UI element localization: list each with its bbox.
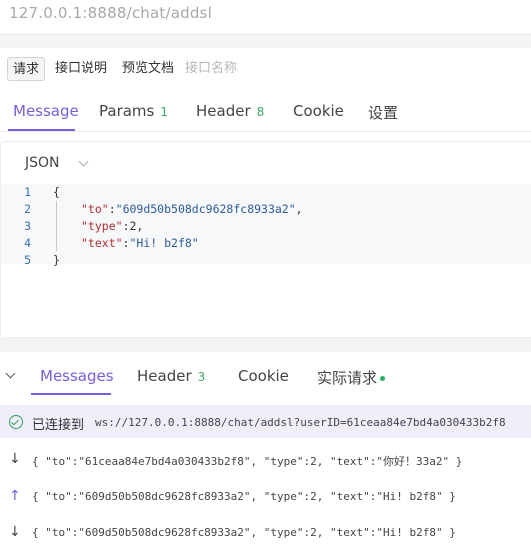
code-value: "609d50b508dc9628fc8933a2" bbox=[115, 202, 296, 216]
code-key: "text" bbox=[81, 236, 123, 250]
line-number: 5 bbox=[24, 253, 31, 267]
message-text: { "to":"609d50b508dc9628fc8933a2", "type… bbox=[32, 526, 456, 539]
tab-messages[interactable]: Messages bbox=[40, 367, 114, 385]
tab-request[interactable]: 请求 bbox=[7, 57, 46, 81]
header-count-badge: 8 bbox=[256, 105, 265, 119]
arrow-up-icon: ↑ bbox=[9, 488, 21, 504]
arrow-down-icon: ↓ bbox=[9, 451, 21, 467]
message-body-panel: JSON 1 { 2 "to":"609d50b508dc9628fc8933a… bbox=[0, 141, 531, 338]
collapse-chevron-icon[interactable] bbox=[5, 368, 16, 379]
check-circle-icon bbox=[9, 415, 23, 429]
status-dot-icon bbox=[380, 376, 386, 381]
message-item[interactable]: ↓ { "to":"609d50b508dc9628fc8933a2", "ty… bbox=[0, 519, 531, 549]
tab-response-cookie[interactable]: Cookie bbox=[238, 367, 289, 385]
active-tab-indicator bbox=[8, 129, 75, 131]
url-bar-divider bbox=[0, 34, 531, 48]
code-line: 3 "type":2, bbox=[1, 218, 531, 235]
tab-actual-request[interactable]: 实际请求 bbox=[317, 367, 386, 388]
message-item[interactable]: ↓ { "to":"61ceaa84e7bd4a030433b2f8", "ty… bbox=[0, 446, 531, 476]
tab-settings[interactable]: 设置 bbox=[368, 102, 398, 123]
tab-message[interactable]: Message bbox=[13, 102, 79, 120]
body-format-select[interactable]: JSON bbox=[25, 155, 60, 171]
code-comma: , bbox=[136, 219, 144, 233]
connection-label: 已连接到 bbox=[32, 418, 85, 433]
tab-cookie-label: Cookie bbox=[293, 102, 344, 120]
line-number: 4 bbox=[24, 236, 31, 250]
code-value: "Hi! b2f8" bbox=[129, 236, 199, 250]
code-brace-close: } bbox=[53, 253, 60, 267]
code-colon: : bbox=[108, 202, 116, 216]
code-editor[interactable]: 1 { 2 "to":"609d50b508dc9628fc8933a2", 3… bbox=[1, 184, 531, 267]
code-comma: , bbox=[295, 202, 303, 216]
code-brace-open: { bbox=[53, 185, 60, 199]
code-key: "to" bbox=[81, 202, 109, 216]
tab-actual-request-label: 实际请求 bbox=[317, 369, 378, 387]
chevron-down-icon[interactable] bbox=[78, 156, 89, 167]
api-name-input[interactable]: 接口名称 bbox=[180, 57, 242, 81]
tab-preview-doc[interactable]: 预览文档 bbox=[117, 57, 179, 81]
url-input[interactable]: 127.0.0.1:8888/chat/addsl bbox=[9, 4, 212, 22]
connection-url: ws://127.0.0.1:8888/chat/addsl?userID=61… bbox=[95, 416, 506, 429]
arrow-down-icon: ↓ bbox=[9, 524, 21, 540]
message-text: { "to":"61ceaa84e7bd4a030433b2f8", "type… bbox=[32, 455, 463, 468]
tab-messages-label: Messages bbox=[40, 367, 114, 385]
tab-api-doc[interactable]: 接口说明 bbox=[50, 57, 112, 81]
message-item[interactable]: ↑ { "to":"609d50b508dc9628fc8933a2", "ty… bbox=[0, 483, 531, 513]
code-line: 1 { bbox=[1, 184, 531, 201]
code-line: 5 } bbox=[1, 252, 531, 269]
line-number: 1 bbox=[24, 185, 31, 199]
active-response-tab-indicator bbox=[31, 393, 111, 395]
line-number: 2 bbox=[24, 202, 31, 216]
code-line: 4 "text":"Hi! b2f8" bbox=[1, 235, 531, 252]
tab-header-label: Header bbox=[196, 102, 251, 120]
tab-response-header[interactable]: Header 3 bbox=[137, 367, 205, 385]
tab-cookie[interactable]: Cookie bbox=[293, 102, 344, 120]
params-count-badge: 1 bbox=[160, 105, 168, 119]
tab-header[interactable]: Header 8 bbox=[196, 102, 264, 120]
tab-response-header-label: Header bbox=[137, 367, 192, 385]
tab-settings-label: 设置 bbox=[368, 104, 399, 122]
tab-response-cookie-label: Cookie bbox=[238, 367, 289, 385]
tab-message-label: Message bbox=[13, 102, 79, 120]
code-line: 2 "to":"609d50b508dc9628fc8933a2", bbox=[1, 201, 531, 218]
message-text: { "to":"609d50b508dc9628fc8933a2", "type… bbox=[32, 490, 456, 503]
url-bar[interactable]: 127.0.0.1:8888/chat/addsl bbox=[0, 0, 531, 30]
response-tabs: Messages Header 3 Cookie 实际请求 bbox=[0, 356, 531, 395]
code-key: "type" bbox=[81, 219, 123, 233]
line-number: 3 bbox=[24, 219, 31, 233]
tab-params-label: Params bbox=[99, 102, 155, 120]
panel-divider[interactable] bbox=[0, 338, 531, 352]
connection-status: 已连接到 ws://127.0.0.1:8888/chat/addsl?user… bbox=[0, 405, 531, 438]
response-header-count-badge: 3 bbox=[197, 370, 206, 384]
request-sub-tabs: 请求 接口说明 预览文档 接口名称 bbox=[0, 50, 531, 88]
request-tabs: Message Params 1 Header 8 Cookie 设置 bbox=[0, 94, 531, 132]
tab-params[interactable]: Params 1 bbox=[99, 102, 168, 120]
